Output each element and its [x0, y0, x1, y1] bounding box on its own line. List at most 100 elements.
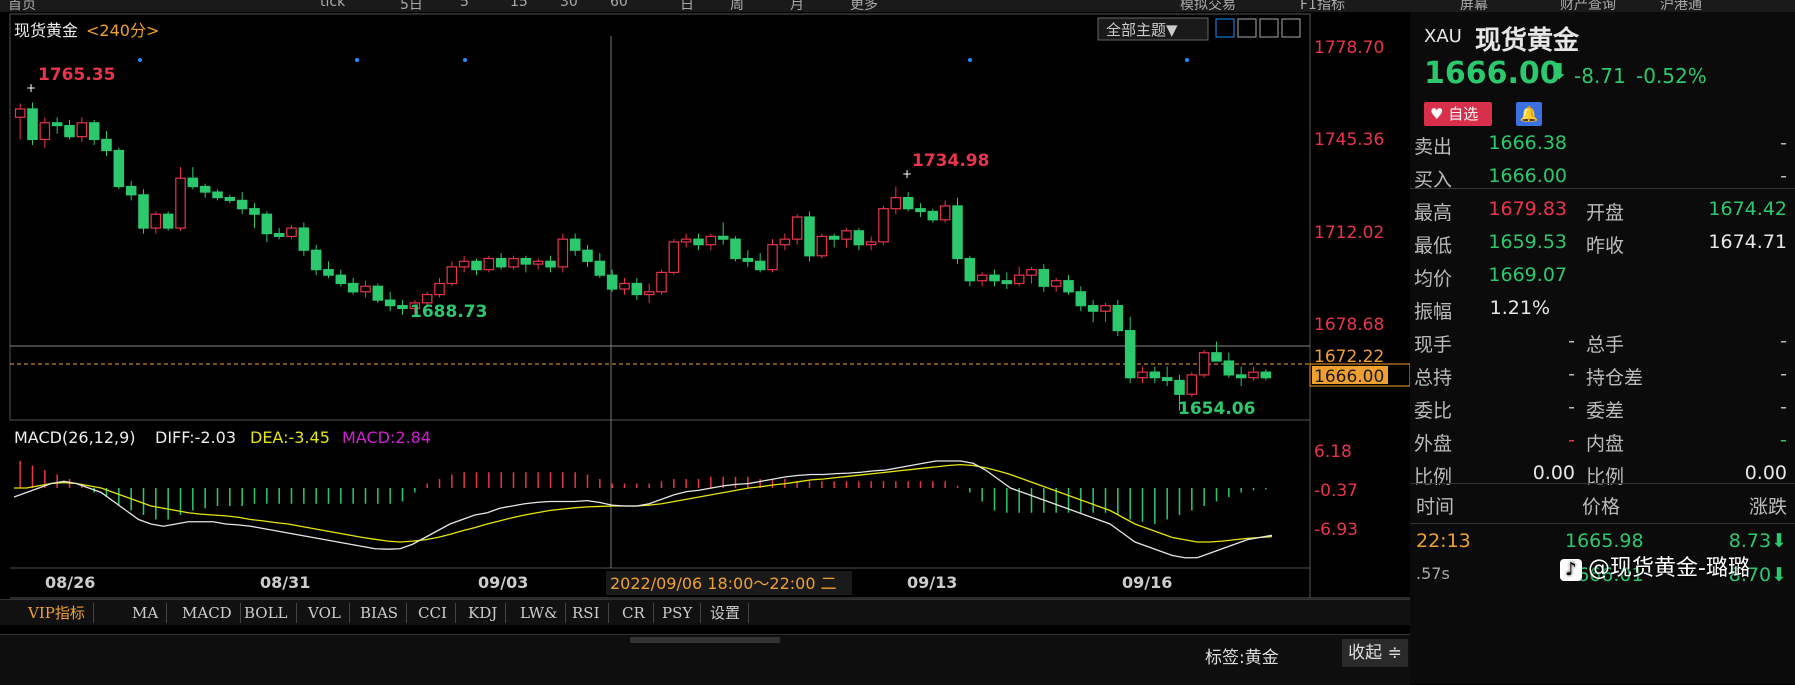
candle-body — [76, 122, 88, 138]
quote-value-2: 1674.42 — [1708, 198, 1787, 220]
date-label: 08/26 — [45, 573, 95, 592]
diff-line — [13, 460, 1273, 559]
divider — [1410, 523, 1795, 524]
high-annotation: 1734.98 — [912, 151, 989, 171]
macd-axis-label: -6.93 — [1314, 520, 1358, 540]
candle-body — [557, 238, 569, 268]
event-dot-icon — [1185, 58, 1189, 62]
tab-indicator[interactable]: MA — [124, 603, 168, 623]
tick-time: .57s — [1416, 564, 1450, 583]
kline-chart[interactable]: 1765.35+1734.98+1688.731654.061778.70174… — [0, 0, 1410, 684]
macd-value: MACD:2.84 — [342, 428, 431, 447]
quote-value: - — [1568, 396, 1575, 418]
candle-body — [298, 227, 310, 251]
scroll-handle[interactable] — [630, 637, 780, 643]
quote-label: 总持 — [1414, 367, 1453, 389]
date-label: 09/03 — [478, 573, 528, 592]
candle-body — [397, 305, 408, 310]
tab-indicator[interactable]: KDJ — [460, 603, 507, 623]
symbol-code: XAU — [1424, 26, 1462, 47]
candle-body — [162, 213, 174, 229]
candle-body — [175, 177, 186, 229]
tab-indicator[interactable]: PSY — [654, 603, 702, 623]
toolbar-item[interactable]: 沪港通 — [1660, 0, 1702, 12]
candle-body — [1248, 371, 1259, 379]
candle-body — [668, 241, 680, 273]
quote-value: 1669.07 — [1488, 264, 1567, 286]
quote-label: 最高 — [1414, 202, 1453, 224]
quote-label-2: 内盘 — [1586, 433, 1625, 455]
candle-body — [335, 274, 347, 285]
candle-body — [39, 122, 51, 141]
candle-body — [1137, 371, 1148, 379]
candle-body — [508, 257, 519, 268]
quote-label-2: 持仓差 — [1586, 367, 1644, 389]
quote-label: 卖出 — [1414, 136, 1453, 158]
candle-body — [717, 235, 729, 240]
symbol-name: 现货黄金 — [1475, 26, 1580, 56]
candle-body — [1112, 305, 1124, 332]
quote-value: 1666.38 — [1488, 132, 1567, 154]
macd-diff: DIFF:-2.03 — [155, 428, 236, 447]
quote-value: 1659.53 — [1488, 231, 1567, 253]
candle-body — [187, 177, 199, 188]
quote-label: 振幅 — [1414, 301, 1453, 323]
candle-body — [952, 205, 963, 260]
collapse-label: 收起 — [1348, 643, 1383, 663]
candle-body — [1198, 352, 1210, 376]
date-label: 09/13 — [907, 573, 957, 592]
tab-indicator[interactable]: BIAS — [352, 603, 408, 623]
tab-indicator[interactable]: RSI — [564, 603, 609, 623]
candle-body — [347, 282, 359, 293]
tab-indicator[interactable]: LW& — [512, 603, 567, 623]
heart-icon: ♥ — [1430, 105, 1444, 123]
tick-price: 1665.98 — [1565, 530, 1644, 552]
candle-body — [705, 235, 717, 246]
toolbar-item[interactable]: 屏幕 — [1460, 0, 1488, 12]
candle-body — [446, 266, 458, 285]
candle-body — [360, 285, 371, 293]
candle-body — [1235, 374, 1247, 379]
collapse-button[interactable]: 收起 ≑ — [1342, 639, 1408, 667]
favorite-button[interactable]: ♥ 自选 — [1424, 102, 1492, 126]
candle-body — [545, 260, 556, 268]
candle-body — [631, 282, 643, 296]
candle-body — [1075, 291, 1087, 307]
event-dot-icon — [138, 58, 142, 62]
date-label: 08/31 — [260, 573, 310, 592]
tab-indicator[interactable]: VIP指标 — [20, 603, 94, 623]
quote-value: 1.21% — [1489, 297, 1550, 319]
candle-body — [989, 274, 1000, 282]
tab-indicator[interactable]: BOLL — [236, 603, 297, 623]
candle-body — [261, 213, 273, 235]
tab-indicator[interactable]: VOL — [300, 603, 350, 623]
tick-header: 涨跌 — [1748, 496, 1787, 518]
candle-body — [520, 257, 532, 265]
candle-body — [125, 185, 137, 196]
candle-body — [1223, 360, 1235, 376]
bell-icon[interactable]: 🔔 — [1516, 102, 1542, 126]
candle-body — [384, 299, 396, 307]
candle-body — [310, 249, 322, 271]
crosshair-date: 2022/09/06 18:00～22:00 二 — [610, 574, 837, 593]
tab-indicator[interactable]: 设置 — [702, 603, 750, 623]
price-axis-label: 1678.68 — [1314, 315, 1384, 335]
toolbar-item[interactable]: 财产查询 — [1560, 0, 1616, 12]
quote-label: 委比 — [1414, 400, 1453, 422]
tab-indicator[interactable]: CR — [614, 603, 654, 623]
quote-label: 最低 — [1414, 235, 1453, 257]
tab-indicator[interactable]: MACD — [174, 603, 241, 623]
quote-value: - — [1568, 363, 1575, 385]
quote-label-2: 昨收 — [1586, 235, 1625, 257]
low-annotation: 1688.73 — [410, 302, 487, 322]
candle-body — [693, 238, 704, 246]
macd-axis-label: -0.37 — [1314, 481, 1358, 501]
tab-indicator[interactable]: CCI — [410, 603, 456, 623]
candle-body — [680, 238, 692, 243]
candle-body — [51, 122, 63, 127]
quote-value-2: - — [1780, 429, 1787, 451]
marker-cross: + — [26, 81, 36, 95]
douyin-icon: ♪ — [1560, 559, 1582, 581]
candle-body — [742, 257, 754, 262]
macd-title: MACD(26,12,9) — [14, 428, 136, 447]
